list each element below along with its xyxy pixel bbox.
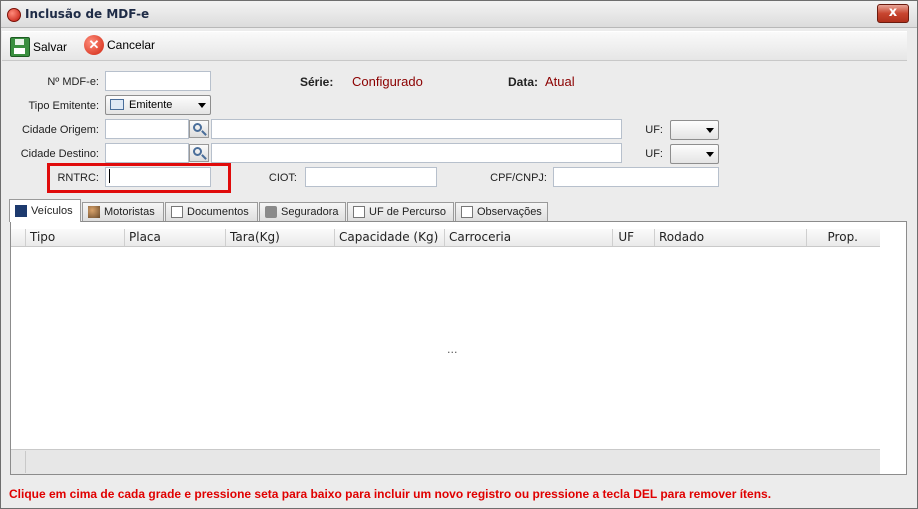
chevron-down-icon: [706, 128, 714, 133]
cidade-origem-name-input[interactable]: [211, 119, 622, 139]
column-placa[interactable]: Placa: [124, 229, 225, 246]
column-prop[interactable]: Prop.: [806, 229, 880, 246]
save-button[interactable]: Salvar: [10, 36, 67, 58]
ciot-label: CIOT:: [268, 172, 297, 184]
emitente-icon: [110, 99, 124, 110]
data-value: Atual: [545, 74, 575, 89]
tab-label: Documentos: [187, 206, 249, 218]
save-icon: [10, 37, 30, 57]
column-carroceria[interactable]: Carroceria: [444, 229, 612, 246]
tab-uf-percurso[interactable]: UF de Percurso: [347, 202, 454, 221]
mdfe-window: Inclusão de MDF-e x Salvar ✕ Cancelar Nº…: [0, 0, 918, 509]
cidade-destino-label: Cidade Destino:: [20, 148, 99, 160]
notes-icon: [461, 206, 473, 218]
column-uf[interactable]: UF: [612, 229, 654, 246]
tab-label: Seguradora: [281, 206, 339, 218]
column-capacidade[interactable]: Capacidade (Kg): [334, 229, 444, 246]
mdfe-number-label: Nº MDF-e:: [47, 76, 99, 88]
window-title: Inclusão de MDF-e: [25, 7, 150, 21]
cidade-destino-search-button[interactable]: [189, 144, 209, 162]
cidade-origem-search-button[interactable]: [189, 120, 209, 138]
list-icon: [353, 206, 365, 218]
cidade-destino-code-input[interactable]: [105, 143, 189, 163]
grid-footer: [11, 449, 880, 474]
uf-destino-label: UF:: [645, 148, 663, 160]
tab-label: Veículos: [31, 205, 73, 217]
tab-observacoes[interactable]: Observações: [455, 202, 548, 221]
column-tipo[interactable]: Tipo: [25, 229, 124, 246]
vehicle-icon: [15, 205, 27, 217]
cancel-button[interactable]: ✕ Cancelar: [84, 34, 155, 56]
grid-header: Tipo Placa Tara(Kg) Capacidade (Kg) Carr…: [11, 229, 880, 247]
toolbar: Salvar ✕ Cancelar: [2, 31, 907, 61]
tipo-emitente-select[interactable]: Emitente: [105, 95, 211, 115]
tab-veiculos[interactable]: Veículos: [9, 199, 81, 222]
vehicles-grid[interactable]: [10, 221, 907, 475]
cidade-origem-label: Cidade Origem:: [21, 124, 99, 136]
save-label: Salvar: [33, 40, 68, 54]
document-icon: [171, 206, 183, 218]
tab-label: Motoristas: [104, 206, 155, 218]
footer-divider: [25, 451, 26, 473]
cidade-destino-name-input[interactable]: [211, 143, 622, 163]
grid-empty-marker: ...: [447, 343, 458, 356]
serie-value: Configurado: [352, 74, 423, 89]
app-icon: [7, 8, 21, 22]
rntrc-highlight-box: [47, 163, 231, 193]
status-message: Clique em cima de cada grade e pressione…: [9, 487, 772, 501]
data-label: Data:: [508, 75, 539, 89]
cidade-origem-code-input[interactable]: [105, 119, 189, 139]
lock-icon: [265, 206, 277, 218]
tab-label: UF de Percurso: [369, 206, 447, 218]
cancel-icon: ✕: [84, 35, 104, 55]
close-button[interactable]: x: [877, 4, 909, 23]
tab-seguradora[interactable]: Seguradora: [259, 202, 346, 221]
cpf-cnpj-label: CPF/CNPJ:: [490, 172, 547, 184]
column-rodado[interactable]: Rodado: [654, 229, 806, 246]
tipo-emitente-label: Tipo Emitente:: [28, 100, 99, 112]
people-icon: [88, 206, 100, 218]
chevron-down-icon: [198, 103, 206, 108]
mdfe-number-input[interactable]: [105, 71, 211, 91]
uf-destino-select[interactable]: [670, 144, 719, 164]
column-tara[interactable]: Tara(Kg): [225, 229, 334, 246]
tipo-emitente-value: Emitente: [129, 99, 173, 111]
tab-motoristas[interactable]: Motoristas: [82, 202, 164, 221]
tab-label: Observações: [477, 206, 542, 218]
chevron-down-icon: [706, 152, 714, 157]
cpf-cnpj-input[interactable]: [553, 167, 719, 187]
tab-documentos[interactable]: Documentos: [165, 202, 258, 221]
uf-origem-select[interactable]: [670, 120, 719, 140]
ciot-input[interactable]: [305, 167, 437, 187]
serie-label: Série:: [300, 75, 334, 89]
cancel-label: Cancelar: [107, 38, 156, 52]
title-bar: Inclusão de MDF-e x: [1, 1, 917, 28]
uf-origem-label: UF:: [645, 124, 663, 136]
